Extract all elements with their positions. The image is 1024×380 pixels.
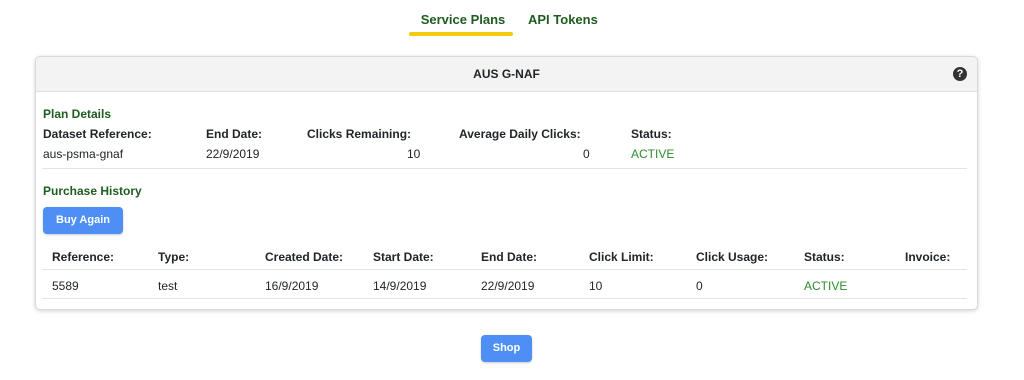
- cell-click-usage: 0: [696, 279, 703, 293]
- tab-api-tokens[interactable]: API Tokens: [528, 12, 598, 27]
- end-date-value: 22/9/2019: [206, 147, 260, 161]
- plan-card: AUS G-NAF ? Plan Details Dataset Referen…: [35, 56, 978, 310]
- dataset-reference-label: Dataset Reference:: [43, 127, 152, 141]
- end-date-label: End Date:: [206, 127, 263, 141]
- divider: [42, 168, 967, 169]
- col-click-usage: Click Usage:: [696, 250, 769, 264]
- shop-button[interactable]: Shop: [481, 335, 532, 362]
- col-invoice: Invoice:: [905, 250, 951, 264]
- average-daily-clicks-value: 0: [583, 147, 590, 161]
- cell-reference: 5589: [52, 279, 79, 293]
- card-title: AUS G-NAF: [473, 67, 540, 81]
- col-reference: Reference:: [52, 250, 115, 264]
- col-created-date: Created Date:: [265, 250, 344, 264]
- card-header: AUS G-NAF ?: [36, 57, 977, 92]
- plan-details-title: Plan Details: [43, 107, 112, 121]
- col-status: Status:: [804, 250, 845, 264]
- col-start-date: Start Date:: [373, 250, 434, 264]
- table-header-divider: [42, 269, 967, 270]
- col-click-limit: Click Limit:: [589, 250, 654, 264]
- active-tab-indicator: [409, 32, 513, 36]
- clicks-remaining-label: Clicks Remaining:: [307, 127, 412, 141]
- dataset-reference-value: aus-psma-gnaf: [43, 147, 124, 161]
- clicks-remaining-value: 10: [407, 147, 421, 161]
- status-value: ACTIVE: [631, 147, 675, 161]
- col-type: Type:: [158, 250, 190, 264]
- question-circle-icon[interactable]: ?: [953, 67, 967, 81]
- buy-again-button[interactable]: Buy Again: [43, 207, 123, 234]
- cell-click-limit: 10: [589, 279, 603, 293]
- status-label: Status:: [631, 127, 672, 141]
- cell-end-date: 22/9/2019: [481, 279, 535, 293]
- cell-type: test: [158, 279, 178, 293]
- cell-start-date: 14/9/2019: [373, 279, 427, 293]
- col-end-date: End Date:: [481, 250, 538, 264]
- plan-tabs: Service Plans API Tokens: [0, 12, 1024, 38]
- tab-service-plans[interactable]: Service Plans: [412, 12, 514, 27]
- table-bottom-divider: [42, 298, 967, 299]
- cell-status: ACTIVE: [804, 279, 848, 293]
- average-daily-clicks-label: Average Daily Clicks:: [459, 127, 581, 141]
- cell-created-date: 16/9/2019: [265, 279, 319, 293]
- purchase-history-title: Purchase History: [43, 184, 142, 198]
